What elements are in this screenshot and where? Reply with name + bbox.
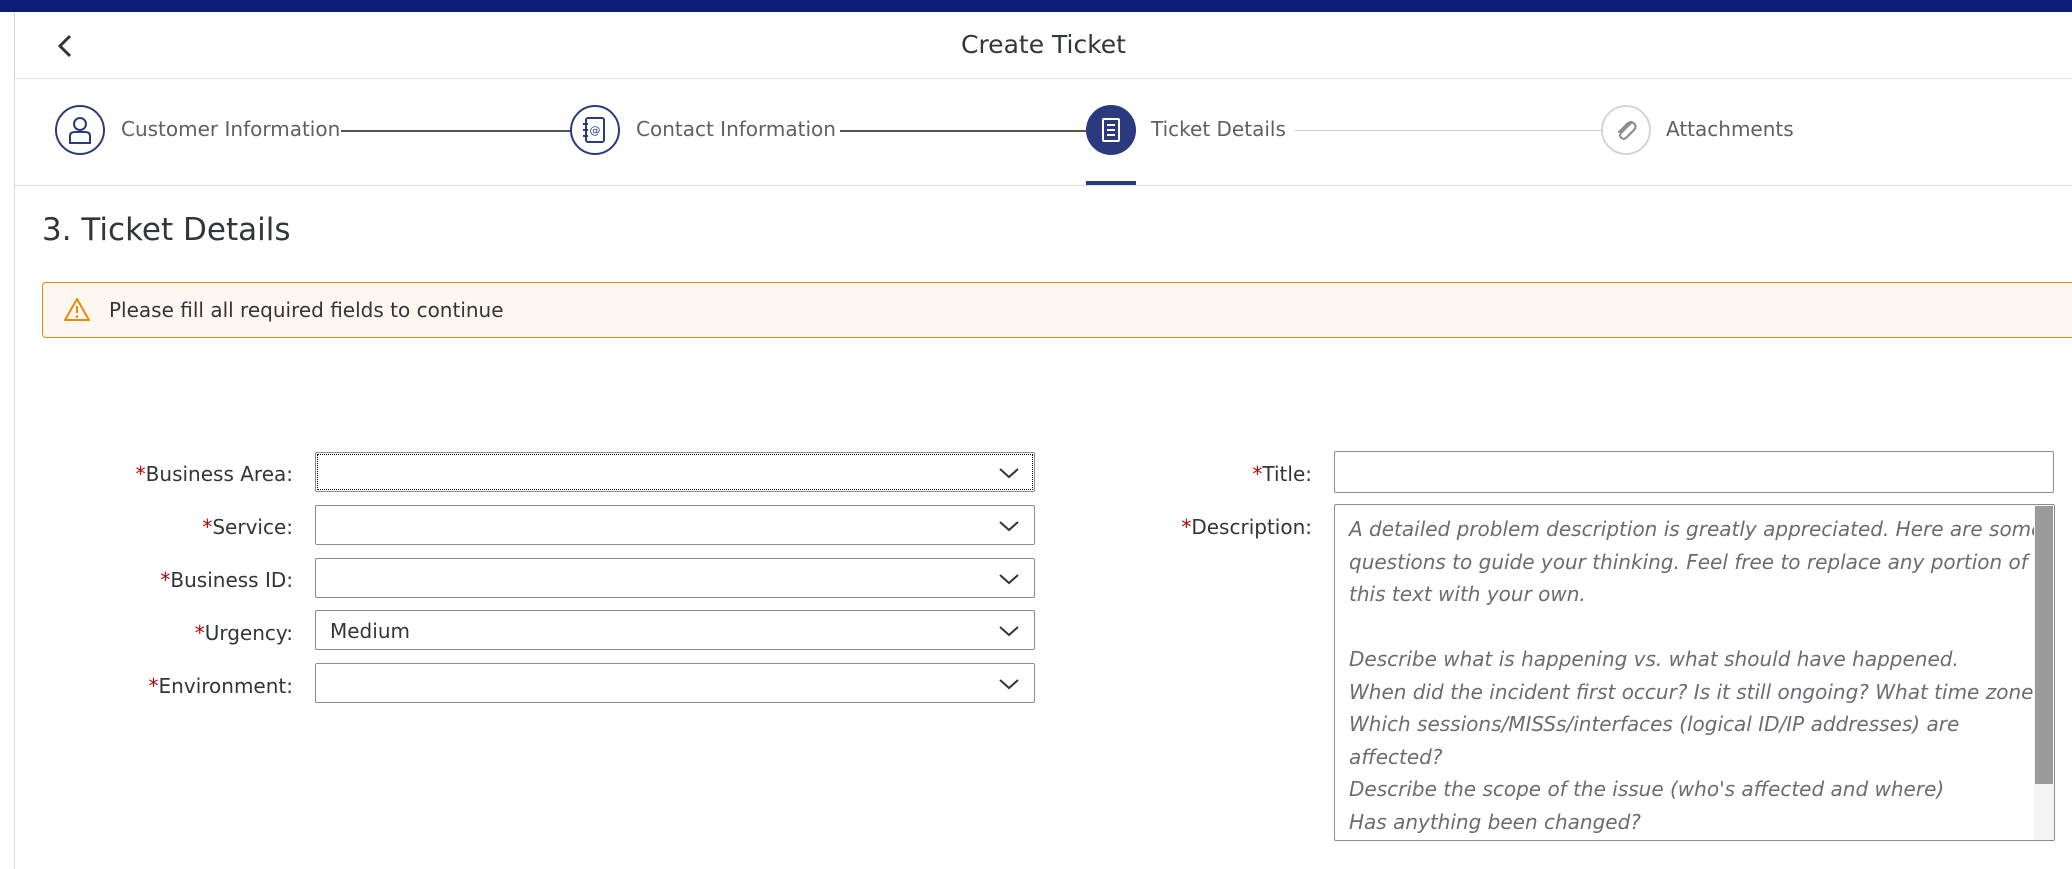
step-attachments[interactable] bbox=[1601, 105, 1651, 155]
step-connector bbox=[341, 130, 571, 132]
required-asterisk: * bbox=[135, 462, 146, 486]
description-line: affected? bbox=[1349, 744, 1443, 769]
step-label[interactable]: Customer Information bbox=[121, 117, 340, 141]
step-customer-information[interactable] bbox=[55, 105, 105, 155]
description-line bbox=[1349, 611, 2029, 644]
person-icon bbox=[69, 117, 91, 144]
chevron-down-icon[interactable] bbox=[998, 516, 1020, 536]
label-text: Description: bbox=[1191, 515, 1312, 539]
required-asterisk: * bbox=[194, 621, 205, 645]
description-label: *Description: bbox=[1181, 515, 1312, 539]
chevron-down-icon[interactable] bbox=[998, 674, 1020, 694]
label-text: Urgency: bbox=[204, 621, 293, 645]
required-asterisk: * bbox=[202, 515, 213, 539]
label-text: Environment: bbox=[158, 674, 293, 698]
description-line: Which sessions/MISSs/interfaces (logical… bbox=[1349, 712, 1960, 736]
scrollbar-thumb[interactable] bbox=[2035, 506, 2053, 784]
required-asterisk: * bbox=[160, 568, 171, 592]
warning-icon bbox=[64, 298, 90, 321]
business-id-label: *Business ID: bbox=[160, 568, 293, 592]
title-input[interactable] bbox=[1334, 451, 2054, 493]
label-text: Business ID: bbox=[170, 568, 293, 592]
urgency-select[interactable]: Medium bbox=[315, 610, 1035, 650]
description-line: Has anything been changed? bbox=[1349, 809, 1641, 834]
label-text: Service: bbox=[212, 515, 293, 539]
active-step-indicator bbox=[1086, 181, 1136, 185]
address-book-icon: @ bbox=[583, 117, 605, 143]
page-title: Create Ticket bbox=[961, 30, 1126, 59]
page-header: Create Ticket bbox=[15, 12, 2072, 79]
chevron-down-icon[interactable] bbox=[998, 569, 1020, 589]
chevron-down-icon[interactable] bbox=[998, 621, 1020, 641]
section-title: 3. Ticket Details bbox=[42, 212, 291, 248]
environment-select[interactable] bbox=[315, 663, 1035, 703]
description-line: this text with your own. bbox=[1349, 582, 1586, 606]
required-asterisk: * bbox=[1252, 462, 1263, 486]
description-line: Describe what is happening vs. what shou… bbox=[1349, 647, 1959, 671]
description-textarea[interactable]: A detailed problem description is greatl… bbox=[1334, 504, 2055, 841]
step-connector bbox=[840, 130, 1086, 132]
chevron-down-icon[interactable] bbox=[998, 463, 1020, 483]
title-label: *Title: bbox=[1252, 462, 1312, 486]
urgency-label: *Urgency: bbox=[195, 621, 293, 645]
warning-text: Please fill all required fields to conti… bbox=[109, 298, 504, 322]
step-label[interactable]: Ticket Details bbox=[1151, 117, 1286, 141]
service-label: *Service: bbox=[202, 515, 293, 539]
description-text: A detailed problem description is greatl… bbox=[1349, 513, 2045, 838]
required-asterisk: * bbox=[1181, 515, 1192, 539]
description-line: Describe the scope of the issue (who's a… bbox=[1349, 777, 1945, 801]
step-label[interactable]: Attachments bbox=[1666, 117, 1794, 141]
select-value: Medium bbox=[330, 619, 410, 643]
warning-message-strip: Please fill all required fields to conti… bbox=[42, 282, 2072, 338]
business-area-label: *Business Area: bbox=[136, 462, 293, 486]
step-label[interactable]: Contact Information bbox=[636, 117, 836, 141]
business-area-select[interactable] bbox=[315, 452, 1035, 492]
document-icon bbox=[1102, 118, 1120, 142]
required-asterisk: * bbox=[148, 674, 159, 698]
service-select[interactable] bbox=[315, 505, 1035, 545]
label-text: Title: bbox=[1262, 462, 1312, 486]
label-text: Business Area: bbox=[145, 462, 293, 486]
step-contact-information[interactable]: @ bbox=[570, 105, 620, 155]
description-line: questions to guide your thinking. Feel f… bbox=[1349, 549, 2028, 574]
scrollbar-track[interactable] bbox=[2034, 505, 2054, 840]
environment-label: *Environment: bbox=[149, 674, 293, 698]
top-brand-bar bbox=[0, 0, 2072, 12]
wizard-progress: Customer Information @ Contact Informati… bbox=[15, 79, 2072, 186]
svg-text:@: @ bbox=[590, 124, 601, 137]
step-connector bbox=[1295, 130, 1601, 131]
description-line: When did the incident first occur? Is it… bbox=[1349, 679, 2045, 704]
step-ticket-details[interactable] bbox=[1086, 105, 1136, 155]
description-line: A detailed problem description is greatl… bbox=[1349, 517, 2044, 541]
business-id-select[interactable] bbox=[315, 558, 1035, 598]
paperclip-icon bbox=[1618, 121, 1637, 140]
